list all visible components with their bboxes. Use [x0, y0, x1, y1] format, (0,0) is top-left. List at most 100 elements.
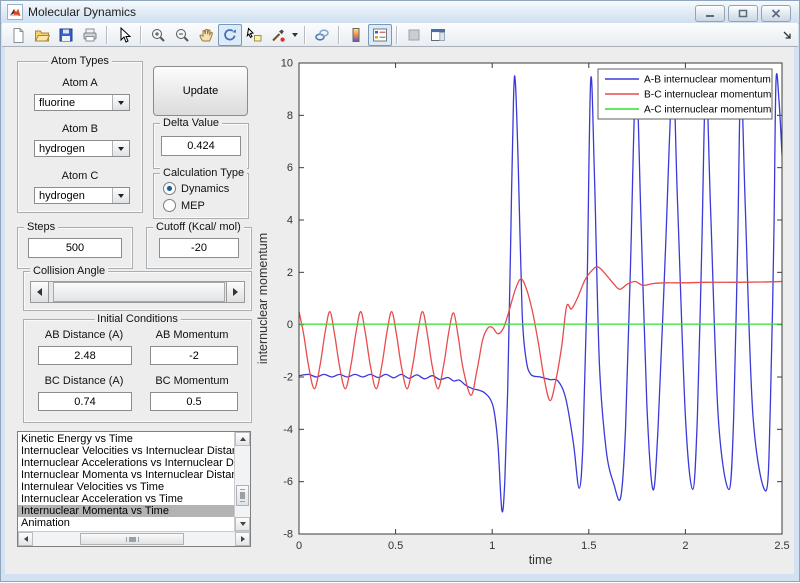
delta-value-field[interactable]: [161, 136, 241, 156]
atom-a-dropdown-arrow-icon[interactable]: [112, 95, 129, 110]
tool-new-file[interactable]: [6, 24, 30, 46]
atom-types-label: Atom Types: [48, 55, 112, 67]
atom-a-dropdown[interactable]: fluorine: [34, 94, 130, 111]
tool-show-plot-tools[interactable]: [426, 24, 450, 46]
y-tick-label: -4: [283, 424, 293, 436]
legend: A-B internuclear momentumB-C internuclea…: [598, 69, 772, 119]
plot-type-listbox[interactable]: Kinetic Energy vs TimeInternuclear Veloc…: [17, 431, 251, 547]
slider-thumb[interactable]: [53, 282, 225, 302]
calculation-type-label: Calculation Type: [160, 167, 247, 179]
bc-distance-field[interactable]: [38, 392, 132, 411]
figure-toolbar: [2, 23, 798, 47]
matlab-app-icon: [7, 4, 23, 20]
tool-open-file[interactable]: [30, 24, 54, 46]
insert-colorbar-icon: [348, 27, 364, 43]
horizontal-scroll-thumb[interactable]: [80, 533, 184, 545]
atom-c-dropdown-arrow-icon[interactable]: [112, 188, 129, 203]
tool-pan[interactable]: [194, 24, 218, 46]
zoom-out-icon: [174, 27, 190, 43]
scroll-right-icon: [241, 536, 245, 542]
y-tick-label: 4: [287, 215, 293, 227]
ab-momentum-label: AB Momentum: [144, 329, 240, 341]
x-axis-label: time: [529, 553, 553, 567]
titlebar[interactable]: Molecular Dynamics: [1, 1, 799, 24]
cutoff-panel: Cutoff (Kcal/ mol): [146, 227, 252, 269]
thumb-grip: [240, 489, 245, 502]
scroll-down-button[interactable]: [235, 517, 250, 531]
collision-angle-panel: Collision Angle: [23, 271, 252, 311]
collision-angle-slider[interactable]: [30, 281, 245, 303]
list-item[interactable]: Kinetic Energy vs Time: [18, 433, 234, 445]
atom-b-value: hydrogen: [39, 143, 85, 155]
tool-hide-plot-tools[interactable]: [402, 24, 426, 46]
tool-zoom-out[interactable]: [170, 24, 194, 46]
tool-rotate-3d[interactable]: [218, 24, 242, 46]
tool-save-figure[interactable]: [54, 24, 78, 46]
toolbar-overflow-icon[interactable]: [783, 31, 792, 40]
dynamics-radio[interactable]: Dynamics: [163, 182, 229, 195]
zoom-in-icon: [150, 27, 166, 43]
list-item[interactable]: Animation: [18, 517, 234, 529]
cutoff-field[interactable]: [159, 238, 239, 258]
tool-insert-legend[interactable]: [368, 24, 392, 46]
close-button[interactable]: [761, 5, 791, 22]
save-figure-icon: [58, 27, 74, 43]
x-tick-label: 2: [682, 540, 688, 552]
scroll-right-button[interactable]: [235, 532, 250, 546]
initial-conditions-label: Initial Conditions: [94, 313, 181, 325]
slider-right-arrow[interactable]: [226, 282, 244, 302]
y-tick-label: 8: [287, 110, 293, 122]
ab-momentum-field[interactable]: [150, 346, 238, 365]
maximize-button[interactable]: [728, 5, 758, 22]
slider-left-arrow[interactable]: [31, 282, 49, 302]
tool-print-figure[interactable]: [78, 24, 102, 46]
delta-value-label: Delta Value: [160, 117, 222, 129]
y-tick-label: 0: [287, 319, 293, 331]
collision-angle-label: Collision Angle: [30, 265, 108, 277]
thumb-grip: [126, 537, 139, 542]
tool-insert-colorbar[interactable]: [344, 24, 368, 46]
atom-b-dropdown-arrow-icon[interactable]: [112, 141, 129, 156]
list-item[interactable]: Internuclear Momenta vs Internuclear Dis…: [18, 469, 234, 481]
listbox-vertical-scrollbar[interactable]: [234, 432, 250, 531]
minimize-icon: [705, 9, 715, 18]
maximize-icon: [738, 9, 748, 18]
atom-a-label: Atom A: [18, 77, 142, 89]
list-item[interactable]: Internuclear Acceleration vs Time: [18, 493, 234, 505]
list-item[interactable]: Internuclear Momenta vs Time: [18, 505, 234, 517]
cutoff-label: Cutoff (Kcal/ mol): [153, 221, 244, 233]
tool-edit-plot[interactable]: [112, 24, 136, 46]
window-title: Molecular Dynamics: [28, 5, 136, 19]
tool-link-plot[interactable]: [310, 24, 334, 46]
list-item[interactable]: Internuclear Velocities vs Internuclear …: [18, 445, 234, 457]
mep-radio-icon[interactable]: [163, 199, 176, 212]
dynamics-radio-icon[interactable]: [163, 182, 176, 195]
mep-radio[interactable]: MEP: [163, 199, 205, 212]
scroll-left-icon: [24, 536, 28, 542]
scroll-up-button[interactable]: [235, 432, 250, 446]
brush-dropdown-caret[interactable]: [290, 25, 300, 45]
ab-distance-field[interactable]: [38, 346, 132, 365]
tool-data-cursor[interactable]: [242, 24, 266, 46]
minimize-button[interactable]: [695, 5, 725, 22]
update-button[interactable]: Update: [153, 66, 248, 116]
listbox-horizontal-scrollbar[interactable]: [18, 531, 250, 546]
brush-data-icon: [270, 27, 286, 43]
vertical-scroll-thumb[interactable]: [236, 485, 249, 506]
close-icon: [771, 9, 781, 18]
tool-zoom-in[interactable]: [146, 24, 170, 46]
atom-c-dropdown[interactable]: hydrogen: [34, 187, 130, 204]
y-tick-label: 10: [281, 58, 293, 70]
list-item[interactable]: Internuclear Accelerations vs Internucle…: [18, 457, 234, 469]
list-item[interactable]: Internulear Velocities vs Time: [18, 481, 234, 493]
tool-brush-data[interactable]: [266, 24, 290, 46]
steps-field[interactable]: [28, 238, 122, 258]
atom-b-dropdown[interactable]: hydrogen: [34, 140, 130, 157]
mep-radio-label: MEP: [181, 200, 205, 212]
legend-entry-label: A-C internuclear momentum: [644, 105, 771, 116]
toolbar-separator: [106, 26, 108, 44]
y-tick-label: -8: [283, 529, 293, 541]
scroll-left-button[interactable]: [18, 532, 33, 546]
hide-plot-tools-icon: [406, 27, 422, 43]
bc-momentum-field[interactable]: [150, 392, 238, 411]
